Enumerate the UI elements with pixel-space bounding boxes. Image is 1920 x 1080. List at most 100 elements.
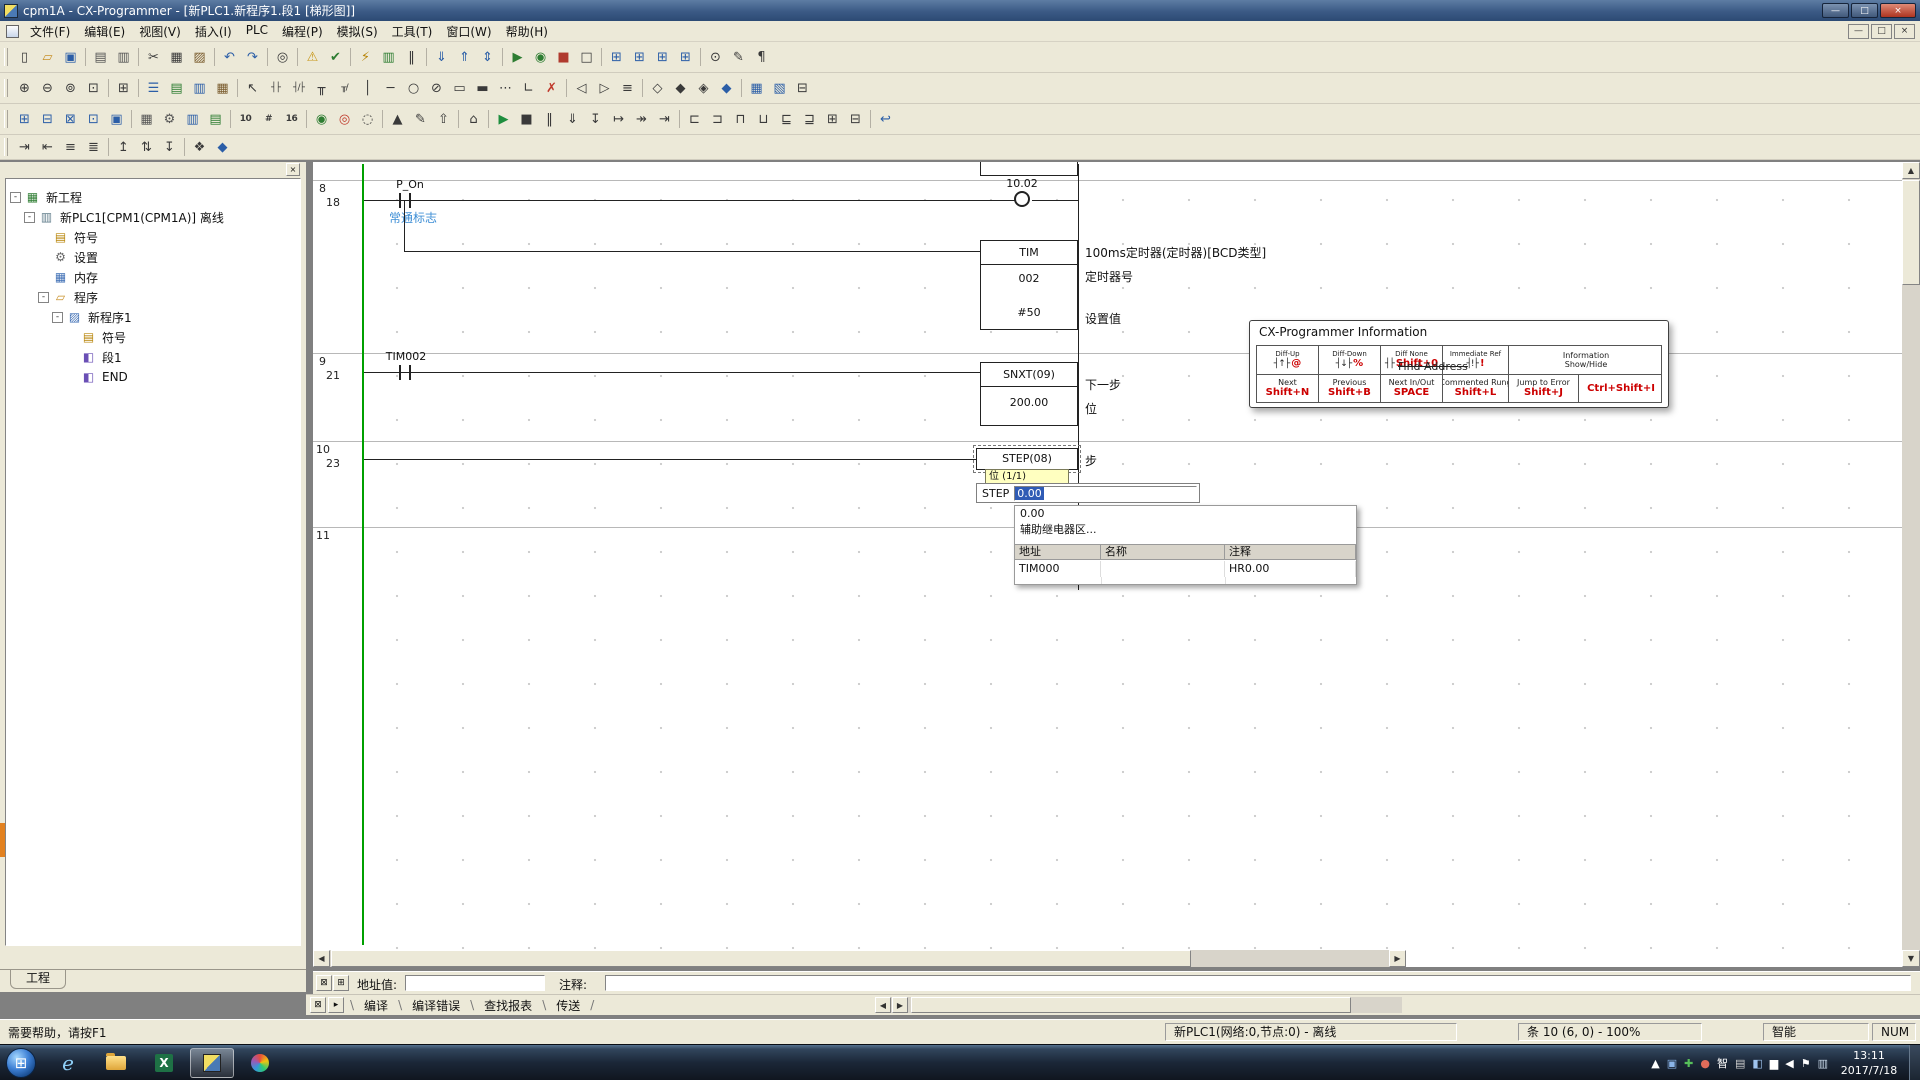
menu-窗口(W)[interactable]: 窗口(W)	[439, 21, 498, 42]
tree-item-程序[interactable]: -▱程序	[6, 287, 300, 307]
taskbar-excel[interactable]: X	[142, 1048, 186, 1078]
dropdown-cell[interactable]: TIM000	[1015, 561, 1101, 577]
sim-step-over-icon[interactable]: ↦	[607, 108, 630, 131]
distribute-horizontal-icon[interactable]: ⊞	[821, 108, 844, 131]
align-right-icon[interactable]: ⊐	[706, 108, 729, 131]
watch-window-icon[interactable]: ▦	[211, 77, 234, 100]
coil-tool-icon[interactable]: ○	[402, 77, 425, 100]
or-contact-no-tool-icon[interactable]: ╥	[310, 77, 333, 100]
tree-item-新PLC1[CPM1(CPM1A)] 离线[interactable]: -▥新PLC1[CPM1(CPM1A)] 离线	[6, 207, 300, 227]
contact-p-on[interactable]: P_On	[375, 178, 445, 191]
cycle-time-icon[interactable]: ⊙	[704, 46, 727, 69]
child-window-icon[interactable]	[6, 25, 19, 38]
ladder-editor[interactable]: P_On 常通标志 10.02 TIM 002 #50 100ms定时器(定时器…	[313, 162, 1902, 967]
undo-icon[interactable]: ↶	[218, 46, 241, 69]
cascade-windows-icon[interactable]: ⊟	[36, 108, 59, 131]
save-project-icon[interactable]: ▣	[59, 46, 82, 69]
tray-expand-icon[interactable]: ▲	[1651, 1058, 1659, 1069]
dropdown-area-hint[interactable]: 辅助继电器区...	[1015, 522, 1356, 538]
taskbar-ie[interactable]: e	[46, 1048, 90, 1078]
contact-nc-tool-icon[interactable]: ┤/├	[287, 77, 310, 100]
scroll-left-icon[interactable]: ◀	[875, 997, 891, 1013]
upload-from-plc-icon[interactable]: ⇑	[453, 46, 476, 69]
output-tab-编译[interactable]: 编译	[356, 996, 396, 1015]
instruction-nc-tool-icon[interactable]: ▬	[471, 77, 494, 100]
output-tab-传送[interactable]: 传送	[548, 996, 588, 1015]
sim-step-run-icon[interactable]: ⇓	[561, 108, 584, 131]
tree-item-END[interactable]: ◧END	[6, 367, 300, 387]
tim-operand-1[interactable]: 002	[981, 272, 1077, 285]
sim-stop-icon[interactable]: ■	[515, 108, 538, 131]
zoom-in-icon[interactable]: ⊕	[13, 77, 36, 100]
v-scroll-thumb[interactable]	[1902, 180, 1920, 285]
expansion-tool-icon[interactable]: ⋯	[494, 77, 517, 100]
next-reference-icon[interactable]: ▷	[593, 77, 616, 100]
copy-icon[interactable]: ▦	[165, 46, 188, 69]
tree-item-新工程[interactable]: -▦新工程	[6, 187, 300, 207]
tray-app-blue-icon[interactable]: ▣	[1667, 1058, 1677, 1069]
ladder-v-scrollbar[interactable]: ▲ ▼	[1902, 162, 1920, 967]
vertical-line-tool-icon[interactable]: │	[356, 77, 379, 100]
compile-all-icon[interactable]: ✔	[324, 46, 347, 69]
block-insert-icon[interactable]: ◆	[211, 136, 234, 159]
address-reference-icon[interactable]: ▥	[188, 77, 211, 100]
print-icon[interactable]: ▤	[89, 46, 112, 69]
output-close-icon[interactable]: ⊠	[310, 997, 326, 1013]
sim-run-icon[interactable]: ▶	[492, 108, 515, 131]
output-coil[interactable]	[1014, 191, 1030, 207]
tray-antivirus-icon[interactable]: ✚	[1684, 1058, 1693, 1069]
rung-unwrap-icon[interactable]: ≣	[82, 136, 105, 159]
panel-close-icon[interactable]: ×	[286, 163, 300, 176]
contact-no-tool-icon[interactable]: ┤├	[264, 77, 287, 100]
tray-flag-icon[interactable]: ⚑	[1801, 1058, 1811, 1069]
center-horizontal-icon[interactable]: ⊑	[775, 108, 798, 131]
scroll-right-icon[interactable]: ▶	[892, 997, 908, 1013]
menu-PLC[interactable]: PLC	[239, 21, 275, 42]
compile-icon[interactable]: ⚠	[301, 46, 324, 69]
tree-expander-icon[interactable]: -	[38, 292, 49, 303]
child-restore-button[interactable]: □	[1871, 24, 1892, 39]
force-on-icon[interactable]: ◉	[310, 108, 333, 131]
maximize-button[interactable]: □	[1851, 3, 1878, 18]
program-mode-icon[interactable]: □	[575, 46, 598, 69]
send-changes-icon[interactable]: ⇧	[432, 108, 455, 131]
operand-edit-widget[interactable]: STEP 0.00	[976, 483, 1200, 503]
menu-模拟(S)[interactable]: 模拟(S)	[330, 21, 385, 42]
section-list-icon[interactable]: ▤	[165, 77, 188, 100]
start-button[interactable]: ⊞	[6, 1048, 36, 1078]
io-table-icon[interactable]: ▦	[135, 108, 158, 131]
output-scroll-thumb[interactable]	[911, 997, 1351, 1013]
tray-network-icon[interactable]: ▆	[1770, 1058, 1778, 1069]
window-symbols-icon[interactable]: ⊞	[605, 46, 628, 69]
tile-horizontal-icon[interactable]: ⊠	[59, 108, 82, 131]
dropdown-cell[interactable]: HR0.00	[1225, 561, 1356, 577]
sim-step-in-icon[interactable]: ↧	[584, 108, 607, 131]
verify-with-plc-icon[interactable]: ⇕	[476, 46, 499, 69]
tree-item-新程序1[interactable]: -▨新程序1	[6, 307, 300, 327]
step-instruction-block[interactable]: STEP(08)	[976, 448, 1078, 470]
output-expand-icon[interactable]: ▸	[328, 997, 344, 1013]
comment-field[interactable]	[605, 975, 1911, 991]
force-off-icon[interactable]: ◎	[333, 108, 356, 131]
properties-icon[interactable]: ⊟	[791, 77, 814, 100]
taskbar-cx-programmer[interactable]	[190, 1048, 234, 1078]
docked-edge-strip[interactable]	[0, 823, 5, 857]
fb-instance-icon[interactable]: ◆	[715, 77, 738, 100]
dropdown-value[interactable]: 0.00	[1015, 506, 1356, 522]
paste-icon[interactable]: ▨	[188, 46, 211, 69]
tree-item-内存[interactable]: ▦内存	[6, 267, 300, 287]
watch-add-icon[interactable]: ◇	[646, 77, 669, 100]
zoom-out-icon[interactable]: ⊖	[36, 77, 59, 100]
work-online-icon[interactable]: ⚡	[354, 46, 377, 69]
menu-插入(I)[interactable]: 插入(I)	[188, 21, 239, 42]
revert-icon[interactable]: ↩	[874, 108, 897, 131]
sim-pause-icon[interactable]: ‖	[538, 108, 561, 131]
tim-operand-2[interactable]: #50	[981, 306, 1077, 319]
menu-编程(P)[interactable]: 编程(P)	[275, 21, 330, 42]
download-to-plc-icon[interactable]: ⇓	[430, 46, 453, 69]
tree-item-符号[interactable]: ▤符号	[6, 327, 300, 347]
title-bar[interactable]: cpm1A - CX-Programmer - [新PLC1.新程序1.段1 […	[0, 0, 1920, 21]
address-bar-icon-b[interactable]: ⊞	[333, 975, 349, 991]
horizontal-line-tool-icon[interactable]: ─	[379, 77, 402, 100]
coil-address[interactable]: 10.02	[984, 177, 1060, 190]
